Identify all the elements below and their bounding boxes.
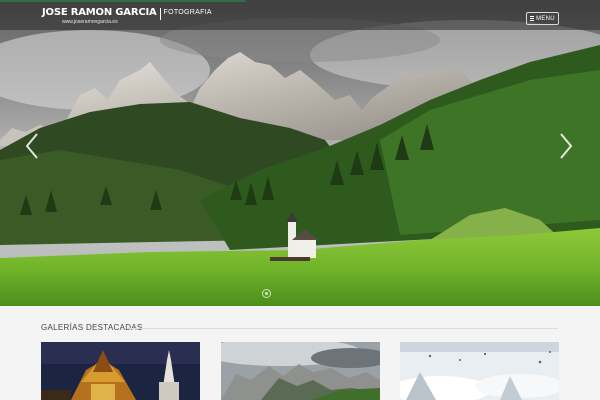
gallery-thumb-snow[interactable] [400,342,559,400]
logo-tagline: FOTOGRAFIA [163,9,212,16]
slide-indicator[interactable] [262,289,271,298]
hero-landscape-image [0,0,600,306]
mountains-image [221,342,380,400]
slide-indicator-icon [265,292,268,295]
site-logo[interactable]: JOSE RAMON GARCIA FOTOGRAFIA www.joseram… [42,7,212,26]
menu-button[interactable]: MENU [526,12,559,25]
gallery-thumb-temple[interactable] [41,342,200,400]
section-divider [128,328,558,329]
featured-galleries-section: GALERÍAS DESTACADAS [0,306,600,400]
slider-prev-button[interactable] [22,131,42,161]
temple-image [41,342,200,400]
logo-name: JOSE RAMON GARCIA [42,7,157,18]
hamburger-icon [530,16,535,21]
top-navbar: JOSE RAMON GARCIA FOTOGRAFIA www.joseram… [0,0,600,30]
logo-url: www.joseramongarcia.es [62,19,118,25]
chevron-right-icon [560,133,573,159]
chevron-left-icon [25,133,38,159]
hero-slider: JOSE RAMON GARCIA FOTOGRAFIA www.joseram… [0,0,600,306]
logo-divider [159,8,161,20]
slider-next-button[interactable] [556,131,576,161]
gallery-thumb-mountains[interactable] [221,342,380,400]
snow-image [400,342,559,400]
menu-label: MENU [536,15,555,22]
